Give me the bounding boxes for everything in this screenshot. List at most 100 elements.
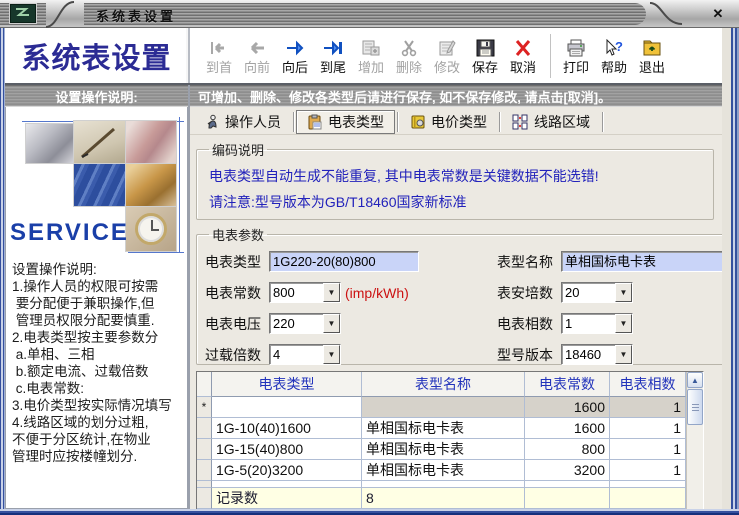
phases-select[interactable]: 1 ▼ bbox=[561, 313, 633, 334]
grid-header-row: 电表类型 表型名称 电表常数 电表相数 bbox=[197, 372, 686, 397]
next-record-button[interactable]: 向后 bbox=[276, 31, 314, 81]
svg-text:?: ? bbox=[615, 39, 623, 54]
meter-constant-unit: (imp/kWh) bbox=[345, 284, 409, 301]
table-row-current[interactable]: * 1600 1 bbox=[197, 397, 686, 418]
exit-button[interactable]: 退出 bbox=[633, 31, 671, 81]
dropdown-arrow-icon[interactable]: ▼ bbox=[323, 314, 340, 333]
row-selector[interactable] bbox=[197, 460, 212, 481]
window-border-bottom bbox=[0, 509, 739, 515]
model-version-select[interactable]: 18460 ▼ bbox=[561, 344, 633, 365]
cancel-button[interactable]: 取消 bbox=[504, 31, 542, 81]
save-button[interactable]: 保存 bbox=[466, 31, 504, 81]
first-record-button[interactable]: 到首 bbox=[200, 31, 238, 81]
tab-separator bbox=[499, 111, 500, 132]
next-arrow-icon bbox=[284, 36, 306, 60]
sidebar: 设置操作说明: SERVICE 设置操作说明: 1.操作人员的权限可按需 要分配… bbox=[5, 85, 190, 509]
cancel-x-icon bbox=[513, 36, 533, 60]
meter-type-field[interactable]: 1G220-20(80)800 bbox=[269, 251, 419, 272]
titlebar: 系统表设置 ✕ bbox=[0, 0, 739, 28]
dropdown-arrow-icon[interactable]: ▼ bbox=[323, 283, 340, 302]
modify-record-button[interactable]: 修改 bbox=[428, 31, 466, 81]
tab-line-areas[interactable]: 线路区域 bbox=[502, 110, 600, 134]
ampere-select[interactable]: 20 ▼ bbox=[561, 282, 633, 303]
record-count-row: 记录数 8 bbox=[197, 488, 686, 509]
row-selector[interactable]: * bbox=[197, 397, 212, 418]
meter-type-clipboard-icon bbox=[308, 114, 322, 130]
exit-folder-icon bbox=[642, 36, 662, 60]
row-selector-header bbox=[197, 372, 212, 397]
pocket-watch-photo bbox=[126, 207, 176, 251]
voltage-label: 电表电压 bbox=[205, 315, 261, 332]
first-arrow-icon bbox=[208, 36, 230, 60]
table-row[interactable]: 1G-15(40)800 单相国标电卡表 800 1 bbox=[197, 439, 686, 460]
overload-select[interactable]: 4 ▼ bbox=[269, 344, 341, 365]
coding-notes-groupbox: 编码说明 电表类型自动生成不能重复, 其中电表常数是关键数据不能选错! 请注意:… bbox=[196, 140, 714, 220]
column-header[interactable]: 电表常数 bbox=[525, 372, 610, 397]
row-selector[interactable] bbox=[197, 439, 212, 460]
delete-record-button[interactable]: 删除 bbox=[390, 31, 428, 81]
edit-note-icon bbox=[437, 36, 457, 60]
overload-label: 过载倍数 bbox=[205, 346, 261, 363]
meter-types-panel: 编码说明 电表类型自动生成不能重复, 其中电表常数是关键数据不能选错! 请注意:… bbox=[190, 135, 739, 515]
record-count-label: 记录数 bbox=[212, 488, 362, 509]
coding-notes-title: 编码说明 bbox=[212, 143, 265, 158]
header-row: 系统表设置 到首 向前 向后 到尾 增加 删除 修改 保存 取消 打印 ? 帮助… bbox=[5, 28, 722, 85]
dropdown-arrow-icon[interactable]: ▼ bbox=[615, 283, 632, 302]
tab-operators[interactable]: 操作人员 bbox=[194, 110, 291, 134]
ribbon-photo bbox=[126, 121, 176, 163]
vertical-scrollbar[interactable]: ▲ ▼ bbox=[686, 372, 703, 515]
tab-meter-types[interactable]: 电表类型 bbox=[296, 110, 395, 134]
tab-separator bbox=[397, 111, 398, 132]
dropdown-arrow-icon[interactable]: ▼ bbox=[615, 314, 632, 333]
table-row[interactable]: 1G-10(40)1600 单相国标电卡表 1600 1 bbox=[197, 418, 686, 439]
meter-params-title: 电表参数 bbox=[212, 228, 265, 243]
prev-record-button[interactable]: 向前 bbox=[238, 31, 276, 81]
column-header[interactable]: 电表相数 bbox=[610, 372, 686, 397]
scroll-up-icon[interactable]: ▲ bbox=[687, 372, 703, 388]
coding-note-1: 电表类型自动生成不能重复, 其中电表常数是关键数据不能选错! bbox=[209, 168, 599, 184]
tab-separator bbox=[602, 111, 603, 132]
window-border-left bbox=[0, 28, 5, 515]
titlebar-swoosh-left bbox=[45, 1, 75, 28]
column-header[interactable]: 表型名称 bbox=[362, 372, 525, 397]
dropdown-arrow-icon[interactable]: ▼ bbox=[615, 345, 632, 364]
instructions-text: 设置操作说明: 1.操作人员的权限可按需 要分配便于兼职操作,但 管理员权限分配… bbox=[12, 262, 172, 464]
system-table-settings-window: 系统表设置 ✕ 系统表设置 到首 向前 向后 到尾 增加 删除 修改 保存 取消… bbox=[0, 0, 739, 515]
table-row[interactable]: 1G-5(20)3200 单相国标电卡表 3200 1 bbox=[197, 460, 686, 481]
service-text: SERVICE bbox=[10, 219, 129, 246]
tab-price-types[interactable]: 电价类型 bbox=[400, 110, 497, 134]
info-bar: 可增加、删除、修改各类型后请进行保存, 如不保存修改, 请点击[取消]。 bbox=[190, 85, 722, 107]
row-selector[interactable] bbox=[197, 418, 212, 439]
print-button[interactable]: 打印 bbox=[557, 31, 595, 81]
last-record-button[interactable]: 到尾 bbox=[314, 31, 352, 81]
vertical-scroll-thumb[interactable] bbox=[687, 389, 703, 425]
print-icon bbox=[566, 36, 586, 60]
delete-scissors-icon bbox=[400, 36, 418, 60]
model-version-label: 型号版本 bbox=[497, 346, 553, 363]
accent-line bbox=[128, 252, 184, 253]
meter-params-groupbox: 电表参数 电表类型 1G220-20(80)800 表型名称 单相国标电卡表 电… bbox=[196, 225, 739, 365]
help-button[interactable]: ? 帮助 bbox=[595, 31, 633, 81]
operator-person-icon bbox=[207, 114, 217, 129]
meter-types-grid: 电表类型 表型名称 电表常数 电表相数 * 1600 1 1G-10(40)16… bbox=[196, 371, 704, 515]
page-title: 系统表设置 bbox=[5, 28, 190, 83]
add-record-button[interactable]: 增加 bbox=[352, 31, 390, 81]
voltage-select[interactable]: 220 ▼ bbox=[269, 313, 341, 334]
record-count-value: 8 bbox=[362, 488, 525, 509]
close-icon[interactable]: ✕ bbox=[709, 5, 727, 23]
meter-constant-label: 电表常数 bbox=[205, 284, 261, 301]
prev-arrow-icon bbox=[246, 36, 268, 60]
sidebar-header: 设置操作说明: bbox=[5, 85, 188, 107]
save-floppy-icon bbox=[476, 36, 495, 60]
window-border-right bbox=[722, 28, 739, 515]
dropdown-arrow-icon[interactable]: ▼ bbox=[323, 345, 340, 364]
toolbar: 到首 向前 向后 到尾 增加 删除 修改 保存 取消 打印 ? 帮助 退出 bbox=[190, 28, 722, 83]
pen-photo bbox=[74, 121, 125, 163]
app-logo-icon bbox=[10, 4, 36, 23]
add-record-icon bbox=[361, 36, 381, 60]
meter-constant-select[interactable]: 800 ▼ bbox=[269, 282, 341, 303]
tab-separator bbox=[293, 111, 294, 132]
window-title: 系统表设置 bbox=[96, 9, 177, 24]
model-name-field[interactable]: 单相国标电卡表 bbox=[561, 251, 739, 272]
column-header[interactable]: 电表类型 bbox=[212, 372, 362, 397]
